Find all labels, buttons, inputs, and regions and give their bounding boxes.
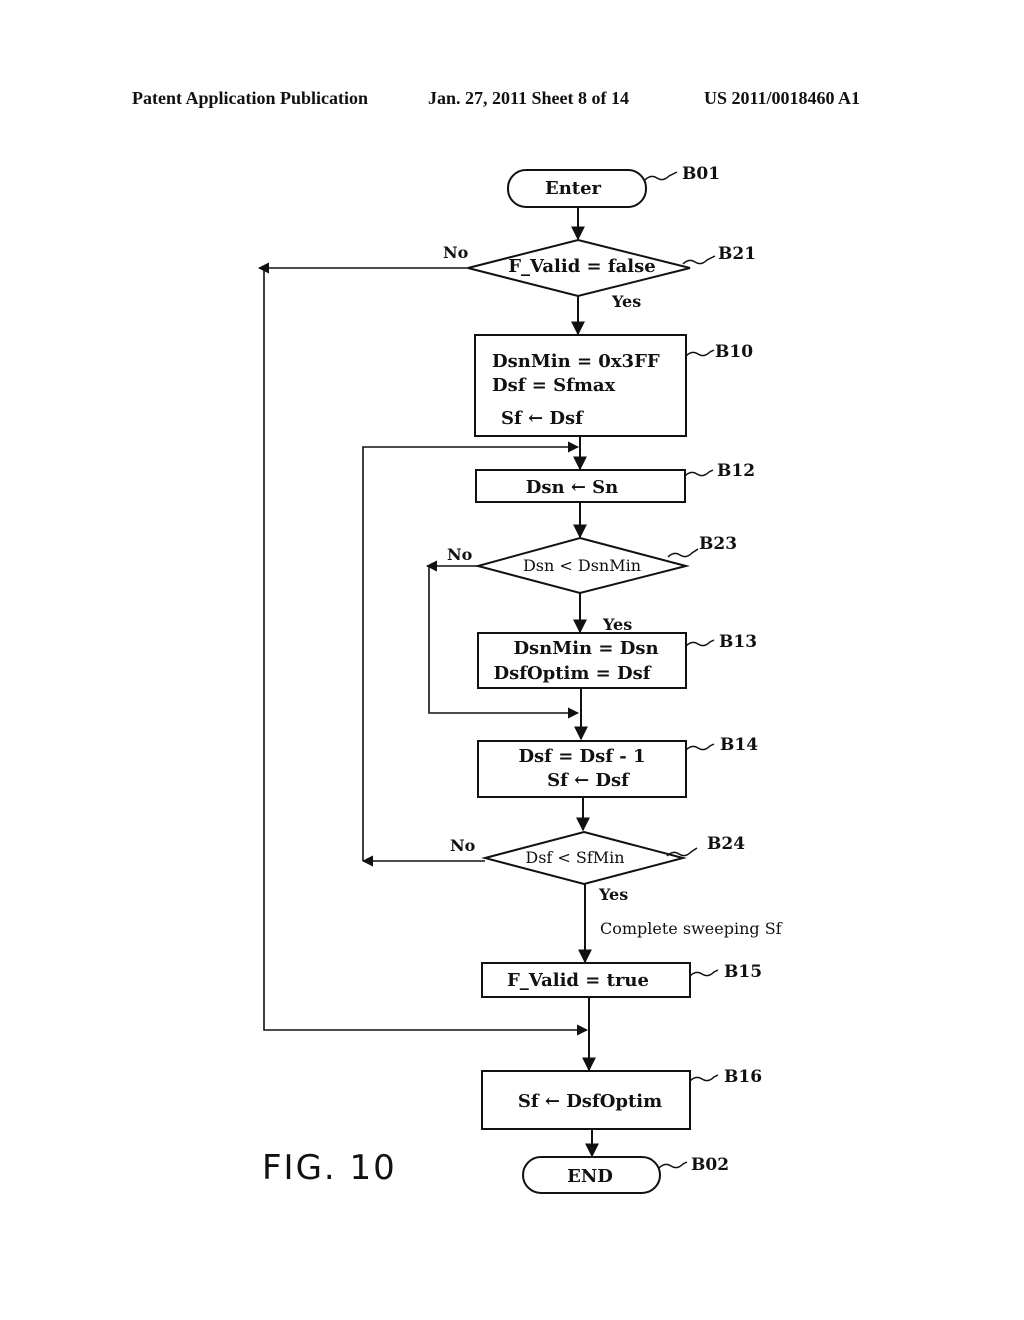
node-b13-process: DsnMin = Dsn DsfOptim = Dsf bbox=[477, 632, 687, 689]
node-b01-enter: Enter bbox=[507, 169, 647, 208]
ref-b02: B02 bbox=[691, 1155, 729, 1175]
node-b01-text: Enter bbox=[545, 178, 602, 199]
leader-b16 bbox=[689, 1074, 719, 1082]
node-b21-no-label: No bbox=[443, 243, 469, 262]
flowchart: Enter F_Valid = false No Yes DsnMin = 0x… bbox=[257, 164, 783, 1194]
node-b23-text: Dsn < DsnMin bbox=[523, 556, 641, 575]
node-b02-end: END bbox=[522, 1156, 661, 1194]
node-b10-process: DsnMin = 0x3FF Dsf = Sfmax Sf ← Dsf bbox=[474, 334, 687, 437]
figure-label: FIG. 10 bbox=[262, 1148, 397, 1188]
node-b16-text: Sf ← DsfOptim bbox=[518, 1091, 662, 1112]
node-b15-text: F_Valid = true bbox=[507, 970, 649, 991]
node-b12-text: Dsn ← Sn bbox=[526, 477, 619, 498]
node-b13-line-2: DsfOptim = Dsf bbox=[493, 663, 651, 684]
node-b14-line-2: Sf ← Dsf bbox=[547, 770, 630, 791]
node-b10-line-3: Sf ← Dsf bbox=[501, 408, 584, 429]
ref-b13: B13 bbox=[719, 632, 757, 652]
node-b02-text: END bbox=[567, 1166, 613, 1187]
node-b21-decision: F_Valid = false No Yes bbox=[443, 238, 691, 311]
ref-b16: B16 bbox=[724, 1067, 762, 1087]
leader-b23 bbox=[667, 548, 699, 558]
node-b14-process: Dsf = Dsf - 1 Sf ← Dsf bbox=[477, 740, 687, 798]
node-b10-line-1: DsnMin = 0x3FF bbox=[492, 351, 660, 372]
node-b10-line-2: Dsf = Sfmax bbox=[492, 375, 616, 396]
node-b14-line-1: Dsf = Dsf - 1 bbox=[518, 746, 645, 767]
leader-b21 bbox=[682, 255, 716, 265]
ref-b12: B12 bbox=[717, 461, 755, 481]
ref-b15: B15 bbox=[724, 962, 762, 982]
node-b15-process: F_Valid = true bbox=[481, 962, 691, 998]
node-b23-yes-label: Yes bbox=[602, 615, 632, 634]
leader-b14 bbox=[685, 743, 715, 751]
ref-b21: B21 bbox=[718, 244, 756, 264]
leader-b15 bbox=[689, 969, 719, 977]
node-b24-no-label: No bbox=[450, 836, 476, 855]
node-b23-decision: Dsn < DsnMin No Yes bbox=[447, 536, 690, 634]
leader-b10 bbox=[685, 349, 715, 357]
ref-b23: B23 bbox=[699, 534, 737, 554]
leader-b13 bbox=[685, 639, 715, 647]
node-b24-yes-label: Yes bbox=[598, 885, 628, 904]
node-b21-text: F_Valid = false bbox=[508, 256, 655, 277]
leader-b02 bbox=[658, 1161, 688, 1169]
node-b21-yes-label: Yes bbox=[611, 292, 641, 311]
leader-b12 bbox=[684, 469, 714, 477]
ref-b14: B14 bbox=[720, 735, 758, 755]
ref-b10: B10 bbox=[715, 342, 753, 362]
node-b13-line-1: DsnMin = Dsn bbox=[513, 638, 658, 659]
ref-b24: B24 bbox=[707, 834, 745, 854]
node-b12-process: Dsn ← Sn bbox=[475, 469, 686, 503]
node-b24-decision: Dsf < SfMin No Yes bbox=[450, 830, 687, 904]
ref-b01: B01 bbox=[682, 164, 720, 184]
sweep-complete-note: Complete sweeping Sf bbox=[600, 919, 783, 938]
node-b24-text: Dsf < SfMin bbox=[525, 848, 624, 867]
node-b23-no-label: No bbox=[447, 545, 473, 564]
leader-b01 bbox=[644, 171, 678, 181]
node-b16-process: Sf ← DsfOptim bbox=[481, 1070, 691, 1130]
